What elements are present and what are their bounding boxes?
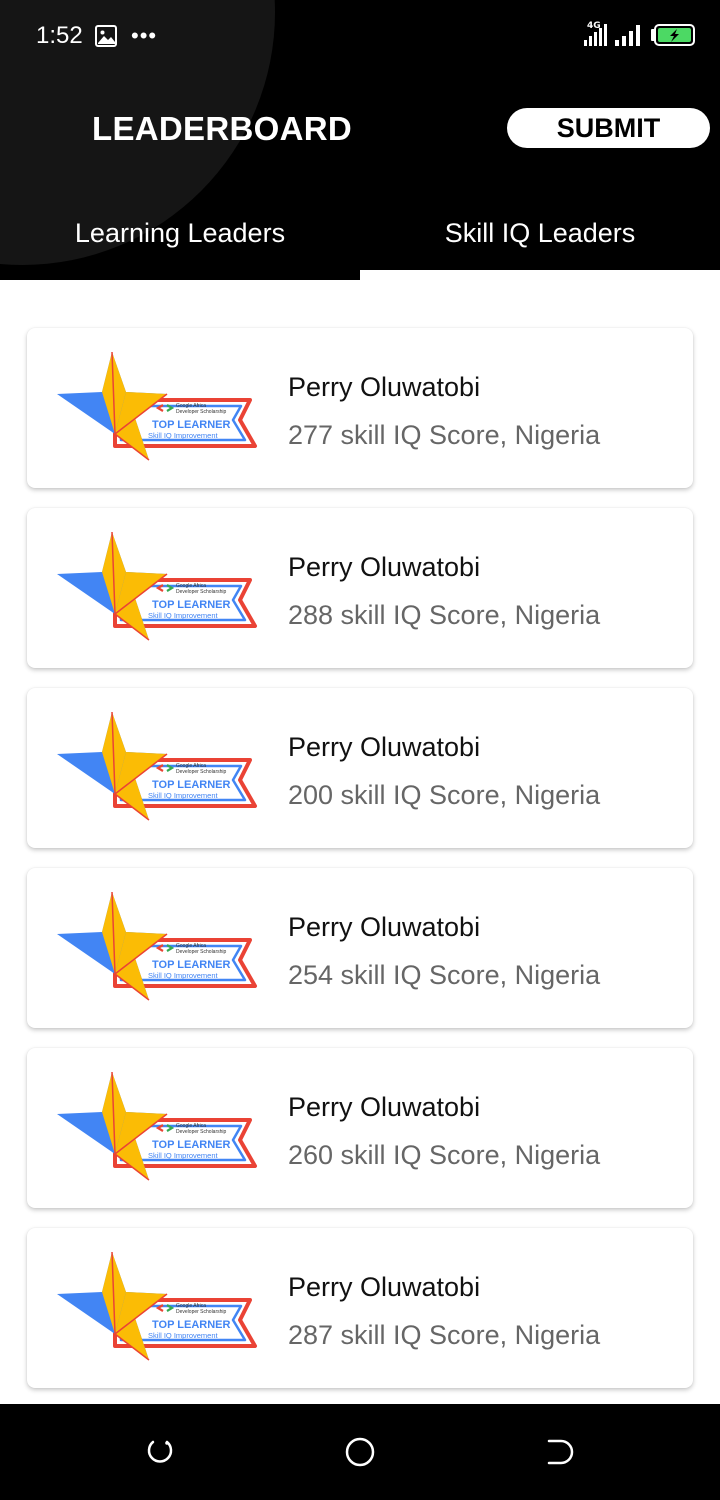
top-learner-badge-icon: Google Africa Developer Scholarship TOP … (57, 892, 257, 1001)
badge-text: Skill IQ Improvement (148, 1151, 219, 1160)
badge-text: Skill IQ Improvement (148, 431, 219, 440)
badge-text: TOP LEARNER (152, 779, 230, 791)
recent-apps-icon[interactable] (145, 1437, 175, 1467)
leader-card-4[interactable]: Google Africa Developer Scholarship TOP … (27, 868, 693, 1028)
top-learner-badge-icon: Google Africa Developer Scholarship TOP … (57, 352, 257, 461)
badge-text: Developer Scholarship (176, 409, 227, 415)
leaders-list[interactable]: Google Africa Developer Scholarship TOP … (0, 280, 720, 1404)
tab-learning-leaders[interactable]: Learning Leaders (0, 200, 360, 280)
svg-text:4G: 4G (587, 21, 601, 31)
top-learner-badge-icon: Google Africa Developer Scholarship TOP … (57, 1072, 257, 1181)
leader-score-country: 260 skill IQ Score, Nigeria (288, 1140, 601, 1170)
leader-name: Perry Oluwatobi (288, 1272, 481, 1302)
badge-text: Developer Scholarship (176, 1129, 227, 1135)
page-title: LEADERBOARD (92, 110, 352, 147)
status-time: 1:52 (36, 22, 83, 49)
badge-text: Skill IQ Improvement (148, 971, 219, 980)
back-icon[interactable] (545, 1437, 575, 1467)
top-learner-badge-icon: Google Africa Developer Scholarship TOP … (57, 1252, 257, 1361)
status-bar: 1:52 ••• 4G (0, 0, 720, 72)
battery-charging-icon (651, 24, 695, 46)
badge-text: TOP LEARNER (152, 599, 230, 611)
gallery-icon (95, 25, 117, 47)
badge-text: Developer Scholarship (176, 1309, 227, 1315)
leader-card-6[interactable]: Google Africa Developer Scholarship TOP … (27, 1228, 693, 1388)
leader-card-5[interactable]: Google Africa Developer Scholarship TOP … (27, 1048, 693, 1208)
top-learner-badge-icon: Google Africa Developer Scholarship TOP … (57, 532, 257, 641)
tab-selected-indicator (360, 270, 720, 280)
leader-card-2[interactable]: Google Africa Developer Scholarship TOP … (27, 508, 693, 668)
badge-text: Developer Scholarship (176, 949, 227, 955)
signal-icon (615, 25, 640, 46)
leader-name: Perry Oluwatobi (288, 1092, 481, 1122)
4g-icon: 4G (584, 21, 607, 46)
leader-score-country: 277 skill IQ Score, Nigeria (288, 420, 601, 450)
badge-text: Developer Scholarship (176, 589, 227, 595)
leader-name: Perry Oluwatobi (288, 372, 481, 402)
leader-name: Perry Oluwatobi (288, 912, 481, 942)
tab-skill-iq-leaders[interactable]: Skill IQ Leaders (360, 200, 720, 280)
leader-score-country: 200 skill IQ Score, Nigeria (288, 780, 601, 810)
system-nav-bar (0, 1404, 720, 1500)
badge-text: Skill IQ Improvement (148, 611, 219, 620)
badge-text: Skill IQ Improvement (148, 1331, 219, 1340)
leader-card-3[interactable]: Google Africa Developer Scholarship TOP … (27, 688, 693, 848)
leader-score-country: 254 skill IQ Score, Nigeria (288, 960, 601, 990)
app-header: 1:52 ••• 4G LEADERBOARD SUBMIT Learning … (0, 0, 720, 280)
leader-score-country: 287 skill IQ Score, Nigeria (288, 1320, 601, 1350)
leader-card-1[interactable]: Google Africa Developer Scholarship TOP … (27, 328, 693, 488)
badge-text: Skill IQ Improvement (148, 791, 219, 800)
more-icon: ••• (131, 23, 158, 48)
submit-button[interactable]: SUBMIT (507, 108, 710, 148)
home-icon[interactable] (345, 1437, 375, 1467)
leader-name: Perry Oluwatobi (288, 732, 481, 762)
badge-text: TOP LEARNER (152, 1319, 230, 1331)
leader-score-country: 288 skill IQ Score, Nigeria (288, 600, 601, 630)
leader-name: Perry Oluwatobi (288, 552, 481, 582)
badge-text: TOP LEARNER (152, 419, 230, 431)
badge-text: TOP LEARNER (152, 959, 230, 971)
top-learner-badge-icon: Google Africa Developer Scholarship TOP … (57, 712, 257, 821)
badge-text: TOP LEARNER (152, 1139, 230, 1151)
badge-text: Developer Scholarship (176, 769, 227, 775)
